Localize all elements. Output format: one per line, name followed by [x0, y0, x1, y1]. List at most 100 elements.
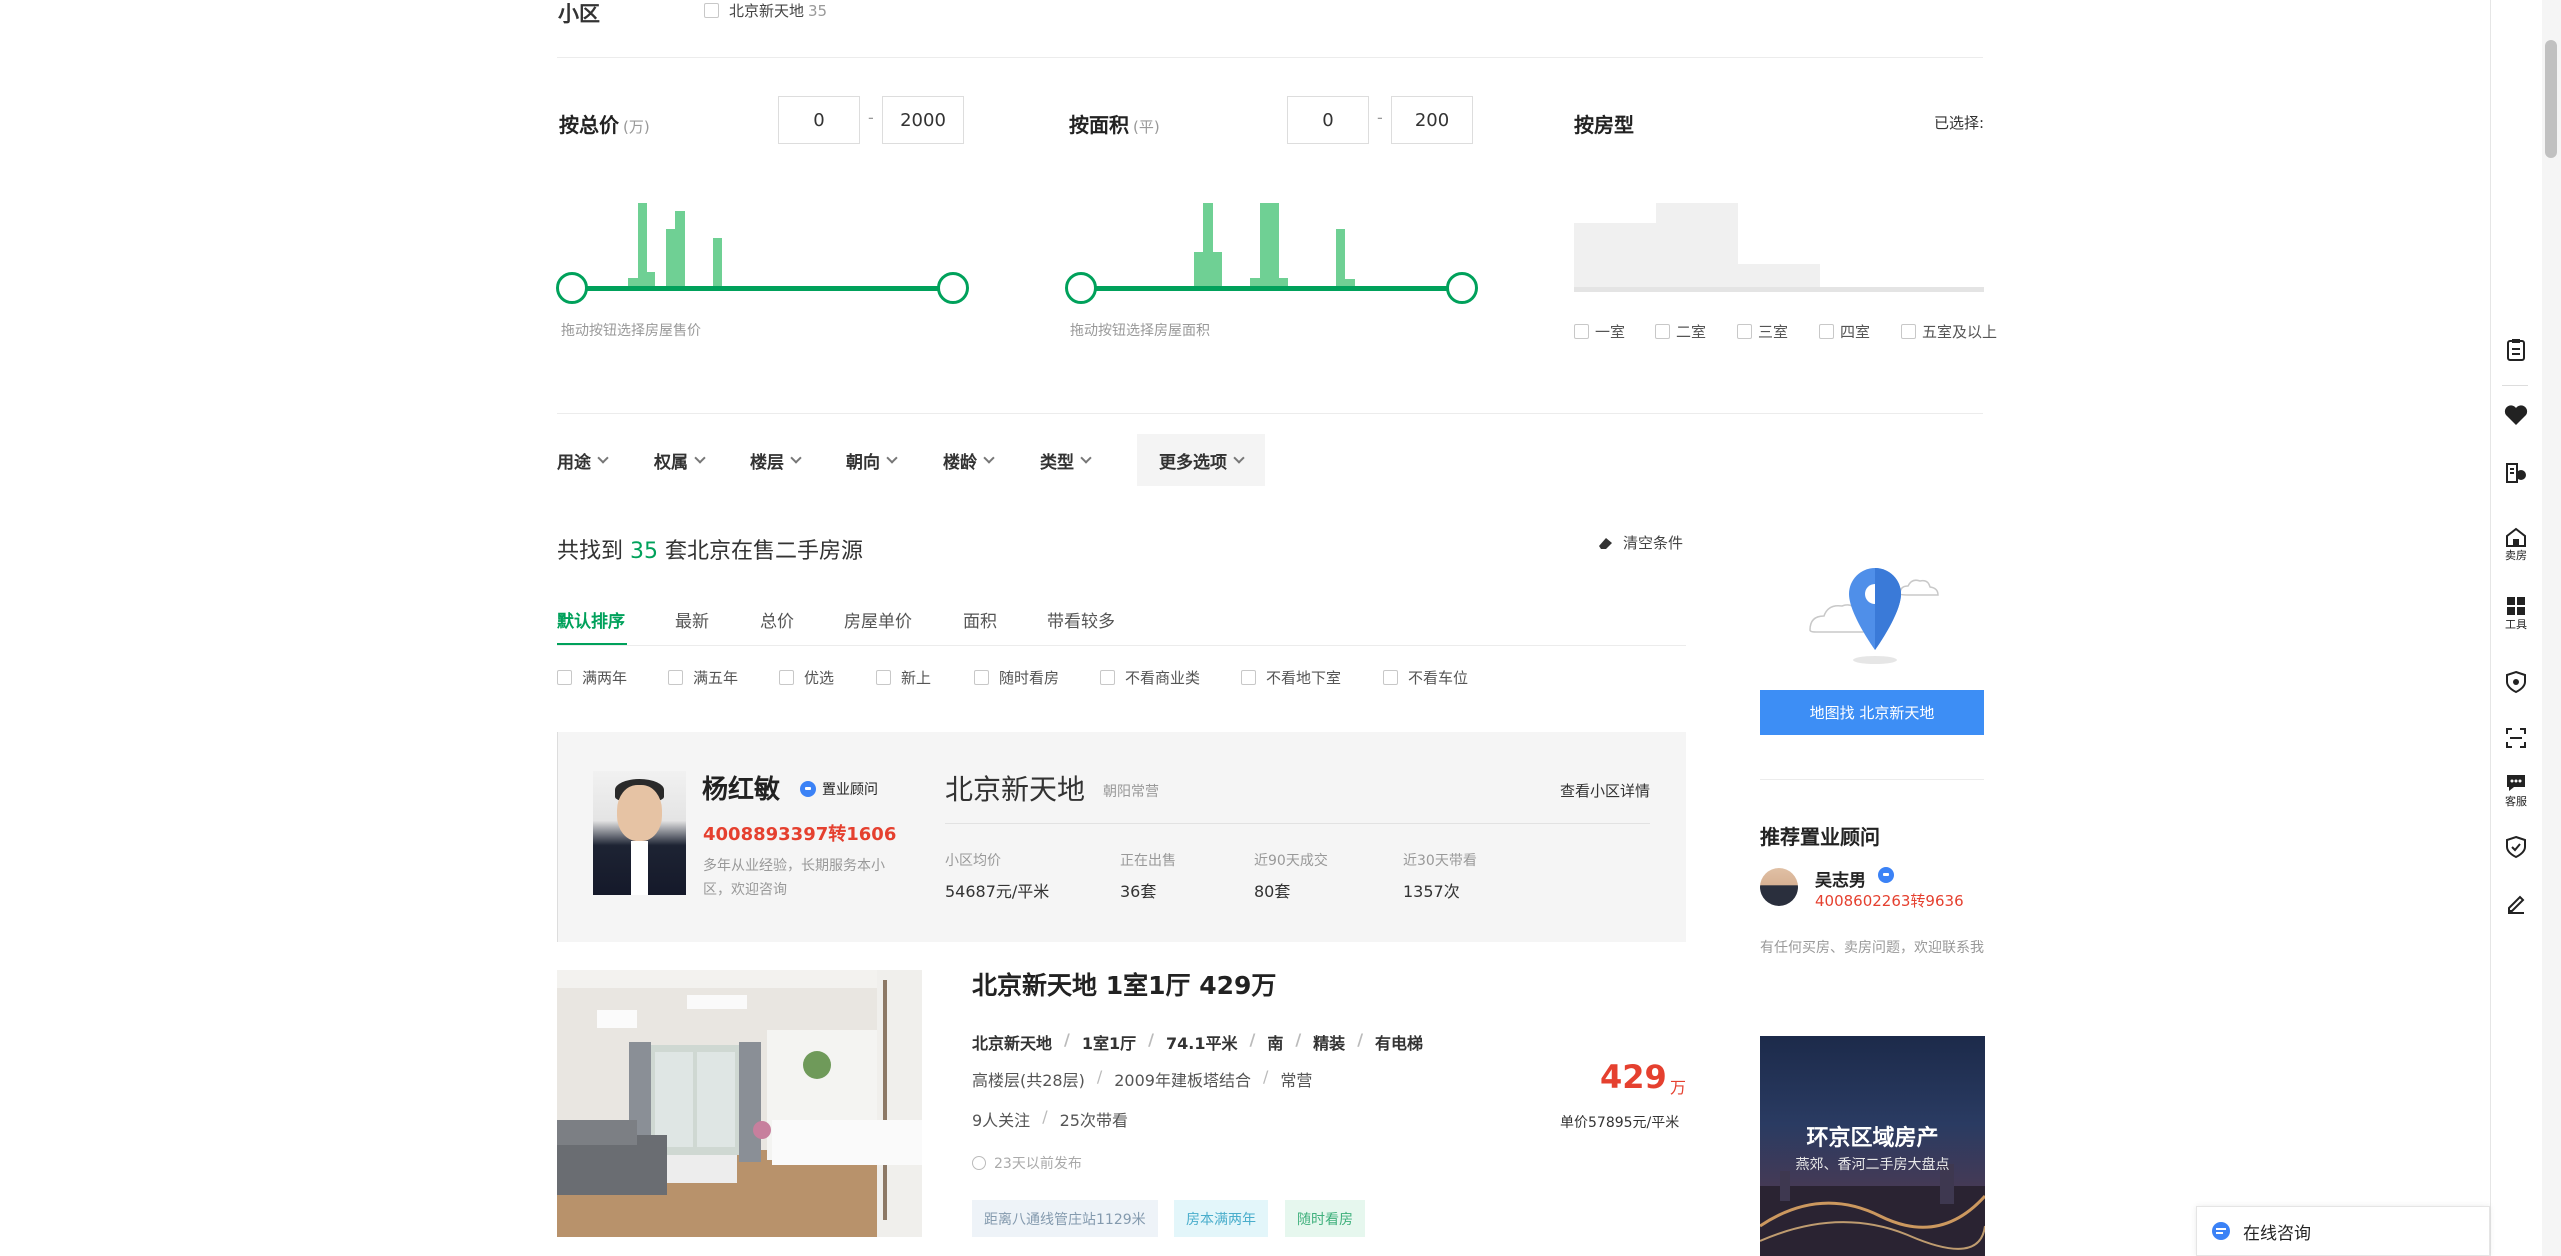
- sort-tab-area[interactable]: 面积: [963, 607, 997, 632]
- community-detail-link[interactable]: 查看小区详情: [1560, 780, 1650, 801]
- listing-region[interactable]: 常营: [1280, 1067, 1312, 1091]
- filter-building-age[interactable]: 楼龄: [943, 442, 995, 478]
- price-min-input[interactable]: 0: [778, 96, 860, 144]
- tag-filter-five-years[interactable]: 满五年: [668, 667, 738, 688]
- room-option-checkbox[interactable]: [1737, 324, 1752, 339]
- filter-floor[interactable]: 楼层: [750, 442, 802, 478]
- result-count-number: 35: [630, 539, 659, 564]
- tag-filter-checkbox[interactable]: [876, 670, 891, 685]
- living-room-photo: [557, 970, 922, 1237]
- sort-tab-most-viewed[interactable]: 带看较多: [1047, 607, 1115, 632]
- agent-name[interactable]: 杨红敏: [702, 769, 780, 806]
- room-option-checkbox[interactable]: [1901, 324, 1916, 339]
- advisor-name[interactable]: 吴志男: [1815, 866, 1866, 891]
- ad-banner[interactable]: 环京区域房产 燕郊、香河二手房大盘点: [1760, 1036, 1985, 1256]
- toolbar-service[interactable]: 客服: [2490, 773, 2542, 809]
- listing-tag-two-years: 房本满两年: [1174, 1200, 1268, 1237]
- price-hist-bar: [713, 238, 722, 288]
- price-slider-min-handle[interactable]: [556, 272, 588, 304]
- area-max-input[interactable]: 200: [1391, 96, 1473, 144]
- room-option-1[interactable]: 一室: [1574, 321, 1625, 342]
- price-hist-bar: [638, 203, 647, 288]
- clear-filters-label: 清空条件: [1623, 534, 1684, 552]
- filter-ownership[interactable]: 权属: [654, 442, 706, 478]
- area-hist-bar: [1213, 252, 1222, 288]
- listing-title[interactable]: 北京新天地 1室1厅 429万: [972, 966, 1276, 1002]
- listing-info-row3: 9人关注 / 25次带看: [972, 1107, 1128, 1131]
- area-slider-max-handle[interactable]: [1446, 272, 1478, 304]
- tag-filter-checkbox[interactable]: [974, 670, 989, 685]
- tag-filter-checkbox[interactable]: [779, 670, 794, 685]
- toolbar-favorites[interactable]: [2490, 404, 2542, 426]
- agent-description: 多年从业经验，长期服务本小区，欢迎咨询: [703, 858, 885, 898]
- tag-filter-no-commercial[interactable]: 不看商业类: [1100, 667, 1200, 688]
- toolbar-clipboard[interactable]: [2490, 338, 2542, 362]
- tag-filter-label: 满两年: [582, 669, 628, 687]
- tag-filter-label: 不看地下室: [1266, 669, 1342, 687]
- price-slider-max-handle[interactable]: [937, 272, 969, 304]
- map-search-button[interactable]: 地图找 北京新天地: [1760, 690, 1984, 735]
- price-filter-title-text: 按总价: [559, 113, 619, 137]
- divider: [557, 57, 1983, 58]
- more-options-button[interactable]: 更多选项: [1137, 434, 1265, 486]
- filter-orientation[interactable]: 朝向: [846, 442, 898, 478]
- tag-filter-checkbox[interactable]: [668, 670, 683, 685]
- tag-filter-checkbox[interactable]: [1383, 670, 1398, 685]
- tag-filter-new[interactable]: 新上: [876, 667, 931, 688]
- toolbar-scan[interactable]: [2490, 727, 2542, 749]
- room-option-checkbox[interactable]: [1655, 324, 1670, 339]
- grid-icon: [2507, 597, 2525, 615]
- tag-filter-checkbox[interactable]: [1100, 670, 1115, 685]
- price-slider-track: [570, 286, 952, 291]
- tag-filter-anytime-viewing[interactable]: 随时看房: [974, 667, 1059, 688]
- community-option[interactable]: 北京新天地 35: [704, 0, 827, 21]
- filter-usage[interactable]: 用途: [557, 442, 609, 478]
- sort-tab-newest[interactable]: 最新: [675, 607, 709, 632]
- advisor-chat-button[interactable]: [1878, 867, 1894, 887]
- separator: /: [1357, 1030, 1364, 1049]
- toolbar-sell[interactable]: 卖房: [2490, 527, 2542, 563]
- community-name[interactable]: 北京新天地: [945, 768, 1085, 808]
- tag-filter-checkbox[interactable]: [557, 670, 572, 685]
- toolbar-security[interactable]: [2490, 670, 2542, 694]
- area-min-input[interactable]: 0: [1287, 96, 1369, 144]
- chevron-down-icon: [983, 451, 995, 464]
- listing-community[interactable]: 北京新天地: [972, 1030, 1052, 1054]
- listing-unit-price: 单价57895元/平米: [1560, 1115, 1680, 1131]
- room-option-checkbox[interactable]: [1819, 324, 1834, 339]
- tag-filter-no-basement[interactable]: 不看地下室: [1241, 667, 1341, 688]
- sort-tab-total-price[interactable]: 总价: [760, 607, 794, 632]
- community-option-checkbox[interactable]: [704, 3, 719, 18]
- room-option-5[interactable]: 五室及以上: [1901, 321, 1997, 342]
- scrollbar-thumb[interactable]: [2545, 40, 2557, 158]
- online-consult-button[interactable]: 在线咨询: [2196, 1206, 2490, 1256]
- agent-avatar[interactable]: [593, 771, 686, 895]
- toolbar-protection[interactable]: [2490, 835, 2542, 859]
- toolbar-feedback[interactable]: [2490, 892, 2542, 914]
- agent-badge[interactable]: 置业顾问: [800, 779, 878, 799]
- room-option-2[interactable]: 二室: [1655, 321, 1706, 342]
- stat-on-sale-value: 36套: [1120, 882, 1157, 901]
- listing-photo[interactable]: [557, 970, 922, 1237]
- area-range-dash: -: [1377, 108, 1383, 127]
- sort-tab-unit-price[interactable]: 房屋单价: [844, 607, 912, 632]
- tag-filter-two-years[interactable]: 满两年: [557, 667, 627, 688]
- advisor-avatar[interactable]: [1760, 868, 1798, 906]
- clipboard-icon: [2507, 339, 2525, 361]
- sort-tab-default[interactable]: 默认排序: [557, 607, 625, 632]
- toolbar-compare[interactable]: [2490, 460, 2542, 484]
- room-option-checkbox[interactable]: [1574, 324, 1589, 339]
- area-slider-min-handle[interactable]: [1065, 272, 1097, 304]
- tag-filter-checkbox[interactable]: [1241, 670, 1256, 685]
- toolbar-tools[interactable]: 工具: [2490, 596, 2542, 632]
- filter-type[interactable]: 类型: [1040, 442, 1092, 478]
- scrollbar[interactable]: [2542, 0, 2561, 1256]
- room-option-3[interactable]: 三室: [1737, 321, 1788, 342]
- tag-filter-no-parking[interactable]: 不看车位: [1383, 667, 1468, 688]
- clear-filters-button[interactable]: 清空条件: [1597, 532, 1683, 553]
- tag-filter-preferred[interactable]: 优选: [779, 667, 834, 688]
- price-max-input[interactable]: 2000: [882, 96, 964, 144]
- room-option-4[interactable]: 四室: [1819, 321, 1870, 342]
- room-option-label: 三室: [1758, 323, 1789, 341]
- tag-filter-label: 不看商业类: [1125, 669, 1201, 687]
